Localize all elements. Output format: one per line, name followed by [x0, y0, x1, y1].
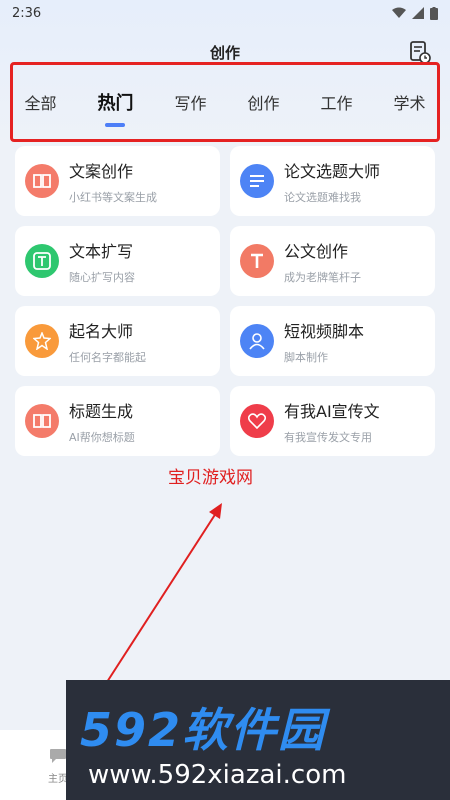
wifi-icon: [392, 7, 406, 18]
card-subtitle: 成为老牌笔杆子: [284, 270, 361, 284]
card-title: 有我AI宣传文: [284, 401, 380, 421]
card-title: 论文选题大师: [284, 161, 381, 181]
document-lines-icon: [240, 164, 274, 198]
card-subtitle: 随心扩写内容: [69, 270, 135, 284]
card-subtitle: 论文选题难找我: [284, 190, 361, 204]
history-document-icon[interactable]: [408, 40, 432, 64]
card-title: 短视频脚本: [284, 321, 365, 341]
status-bar: 2:36: [0, 0, 450, 26]
card-subtitle: 任何名字都能起: [69, 350, 146, 364]
text-t-icon: [25, 244, 59, 278]
card-subtitle: 小红书等文案生成: [69, 190, 157, 204]
card-subtitle: 有我宣传发文专用: [284, 430, 372, 444]
card-title: 起名大师: [69, 321, 134, 341]
annotation-text: 宝贝游戏网: [168, 468, 253, 488]
card-subtitle: 脚本制作: [284, 350, 328, 364]
tool-card-text-expand[interactable]: 文本扩写 随心扩写内容: [15, 226, 220, 296]
page-title: 创作: [209, 43, 240, 62]
highlight-box: [10, 62, 440, 142]
tool-grid: 文案创作 小红书等文案生成 论文选题大师 论文选题难找我 文本扩写 随心扩写内容…: [15, 146, 435, 456]
star-badge-icon: [25, 324, 59, 358]
letter-t-icon: [240, 244, 274, 278]
signal-icon: [412, 7, 424, 19]
watermark-logo: 592软件园: [80, 703, 327, 757]
heart-icon: [240, 404, 274, 438]
tool-card-title-gen[interactable]: 标题生成 AI帮你想标题: [15, 386, 220, 456]
watermark-banner: 592软件园 www.592xiazai.com: [66, 680, 450, 800]
tool-card-promo[interactable]: 有我AI宣传文 有我宣传发文专用: [230, 386, 435, 456]
tool-card-thesis-topic[interactable]: 论文选题大师 论文选题难找我: [230, 146, 435, 216]
card-title: 文本扩写: [69, 241, 134, 261]
person-icon: [240, 324, 274, 358]
battery-icon: [430, 6, 438, 20]
card-title: 文案创作: [69, 161, 134, 181]
tool-card-official-doc[interactable]: 公文创作 成为老牌笔杆子: [230, 226, 435, 296]
tool-card-copywriting[interactable]: 文案创作 小红书等文案生成: [15, 146, 220, 216]
card-title: 标题生成: [69, 401, 134, 421]
book-icon: [25, 404, 59, 438]
tool-card-naming[interactable]: 起名大师 任何名字都能起: [15, 306, 220, 376]
tool-card-video-script[interactable]: 短视频脚本 脚本制作: [230, 306, 435, 376]
card-title: 公文创作: [284, 241, 349, 261]
watermark-url: www.592xiazai.com: [88, 760, 347, 790]
book-icon: [25, 164, 59, 198]
chat-bubble-icon: [50, 749, 66, 763]
status-icons: [392, 6, 438, 20]
card-subtitle: AI帮你想标题: [69, 430, 135, 444]
status-time: 2:36: [12, 5, 42, 21]
